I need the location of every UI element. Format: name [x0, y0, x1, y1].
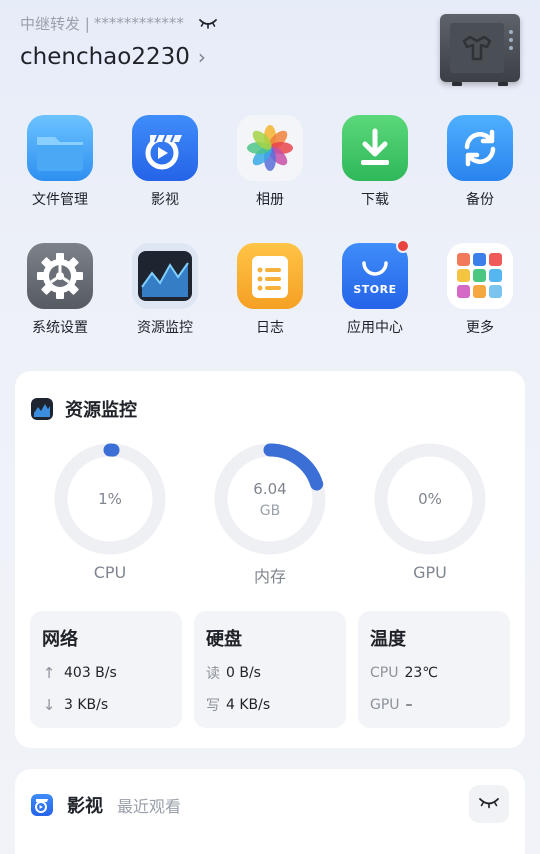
backup-icon	[447, 115, 513, 181]
app-label: 备份	[466, 192, 494, 208]
media-header: 影视 最近观看	[31, 792, 181, 818]
eye-closed-icon[interactable]	[198, 16, 218, 30]
gauge-label: 内存	[253, 567, 286, 586]
media-card[interactable]: 影视 最近观看	[15, 769, 525, 854]
temp-gpu-label: GPU	[370, 697, 400, 713]
relay-password: ************	[93, 14, 184, 32]
resource-title: 资源监控	[65, 400, 137, 421]
media-title: 影视	[67, 796, 103, 817]
header: 中继转发 | ************ chenchao2230 ›	[20, 12, 520, 92]
app-label: 影视	[151, 192, 179, 208]
card-title: 资源监控	[31, 396, 137, 422]
disk-read: 0 B/s	[226, 665, 261, 681]
app-grid: 文件管理 影视 相册 下载 备份 系统设置 资源监控 日志 STORE 应用中心…	[0, 115, 540, 371]
chevron-right-icon: ›	[197, 45, 206, 69]
more-icon	[447, 243, 513, 309]
app-download[interactable]: 下载	[325, 115, 425, 209]
gauge-label: GPU	[413, 563, 447, 582]
app-settings[interactable]: 系统设置	[10, 243, 110, 337]
video-icon	[31, 794, 53, 816]
disk-read-label: 读	[206, 666, 220, 682]
arrow-up-icon: ↑	[42, 664, 56, 682]
relay-label: 中继转发 |	[20, 14, 90, 33]
store-icon: STORE	[342, 243, 408, 309]
gauge-memory: 6.04 GB 内存	[214, 443, 326, 586]
temp-gpu: –	[405, 697, 413, 713]
monitor-icon	[132, 243, 198, 309]
network-stat: 网络 ↑ 403 B/s ↓ 3 KB/s	[30, 611, 182, 728]
monitor-icon	[31, 398, 53, 420]
arrow-down-icon: ↓	[42, 696, 56, 714]
gauge-gpu: 0% GPU	[374, 443, 486, 582]
app-store[interactable]: STORE 应用中心	[325, 239, 425, 337]
temp-cpu-label: CPU	[370, 665, 399, 681]
app-label: 相册	[256, 192, 284, 208]
temperature-title: 温度	[370, 629, 406, 650]
gauge-cpu: 1% CPU	[54, 443, 166, 582]
app-row-2: 系统设置 资源监控 日志 STORE 应用中心 更多	[0, 239, 540, 371]
disk-stat: 硬盘 读 0 B/s 写 4 KB/s	[194, 611, 346, 728]
store-icon-text: STORE	[353, 283, 397, 296]
disk-write-label: 写	[206, 698, 220, 714]
temp-cpu: 23℃	[404, 665, 439, 681]
hide-toggle-button[interactable]	[469, 785, 509, 823]
app-file-manager[interactable]: 文件管理	[10, 115, 110, 209]
eye-closed-icon	[478, 795, 500, 814]
gauge-label: CPU	[93, 563, 127, 582]
temperature-stat: 温度 CPU 23℃ GPU –	[358, 611, 510, 728]
video-icon	[132, 115, 198, 181]
download-icon	[342, 115, 408, 181]
folder-icon	[27, 115, 93, 181]
log-icon	[237, 243, 303, 309]
app-label: 资源监控	[137, 320, 193, 336]
app-row-1: 文件管理 影视 相册 下载 备份	[0, 115, 540, 243]
app-label: 系统设置	[32, 320, 88, 336]
app-label: 文件管理	[32, 192, 88, 208]
username: chenchao2230	[20, 44, 190, 70]
app-backup[interactable]: 备份	[430, 115, 530, 209]
app-label: 下载	[361, 192, 389, 208]
app-label: 更多	[466, 320, 494, 336]
disk-write: 4 KB/s	[226, 697, 271, 713]
notification-badge	[396, 239, 410, 253]
app-photos[interactable]: 相册	[220, 115, 320, 209]
gauge-value: 1%	[98, 490, 122, 508]
app-log[interactable]: 日志	[220, 243, 320, 337]
app-label: 应用中心	[347, 320, 403, 336]
nas-device-icon[interactable]	[440, 14, 520, 86]
settings-icon	[27, 243, 93, 309]
gauge-value: 0%	[418, 490, 442, 508]
network-down: 3 KB/s	[64, 697, 109, 713]
app-video[interactable]: 影视	[115, 115, 215, 209]
app-label: 日志	[256, 320, 284, 336]
network-title: 网络	[42, 629, 78, 650]
disk-title: 硬盘	[206, 629, 242, 650]
gauge-value: 6.04	[253, 480, 287, 498]
resource-monitor-card[interactable]: 资源监控 1% CPU 6.04 GB 内存 0% GPU 网络 ↑ 403 B…	[15, 371, 525, 748]
network-up: 403 B/s	[64, 665, 117, 681]
gauge-unit: GB	[259, 503, 281, 519]
app-monitor[interactable]: 资源监控	[115, 243, 215, 337]
app-more[interactable]: 更多	[430, 243, 530, 337]
media-subtitle: 最近观看	[117, 797, 182, 816]
photos-icon	[237, 115, 303, 181]
